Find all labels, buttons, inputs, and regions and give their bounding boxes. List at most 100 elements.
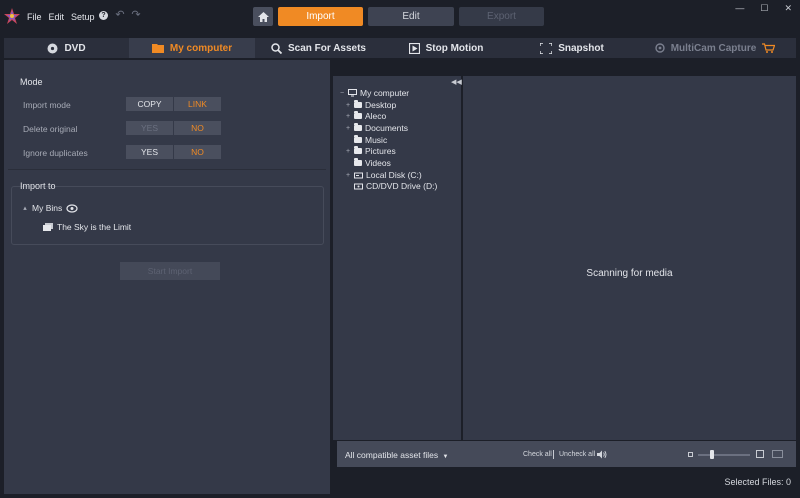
minimize-icon[interactable]: —: [735, 3, 744, 14]
tree-item-documents[interactable]: + Documents: [345, 123, 408, 133]
expand-icon[interactable]: +: [345, 102, 351, 109]
import-options-panel: Mode Import mode COPY LINK Delete origin…: [4, 60, 330, 494]
ignore-duplicates-no-button[interactable]: NO: [174, 145, 221, 159]
collapse-icon[interactable]: −: [339, 90, 345, 97]
tree-item-videos[interactable]: Videos: [345, 158, 391, 168]
tab-my-computer[interactable]: My computer: [129, 38, 255, 58]
zoom-out-icon[interactable]: [688, 452, 693, 457]
file-type-dropdown[interactable]: All compatible asset files ▼: [345, 450, 448, 460]
slider-handle[interactable]: [710, 450, 714, 459]
tree-root-label: My computer: [360, 88, 410, 98]
tab-multicam-capture[interactable]: MultiCam Capture: [634, 38, 796, 58]
import-mode-copy-button[interactable]: COPY: [126, 97, 173, 111]
expand-icon[interactable]: +: [345, 148, 351, 155]
chevron-down-icon: ▼: [442, 454, 449, 460]
optical-drive-icon: [354, 183, 363, 190]
selected-files-count: Selected Files: 0: [724, 477, 791, 487]
tree-item-label: CD/DVD Drive (D:): [366, 181, 438, 191]
export-mode-button[interactable]: Export: [459, 7, 544, 26]
tab-snapshot-label: Snapshot: [558, 42, 604, 54]
menu-edit[interactable]: Edit: [49, 12, 65, 22]
expand-icon[interactable]: +: [345, 113, 351, 120]
edit-mode-button[interactable]: Edit: [368, 7, 454, 26]
tree-item-label: Pictures: [365, 146, 396, 156]
tree-item-aleco[interactable]: + Aleco: [345, 111, 386, 121]
expand-arrow-icon[interactable]: ▴: [22, 204, 28, 212]
tree-item-cd-dvd-drive[interactable]: CD/DVD Drive (D:): [345, 181, 437, 191]
my-bins-row[interactable]: ▴ My Bins: [22, 203, 78, 213]
tree-item-local-disk[interactable]: + Local Disk (C:): [345, 170, 422, 180]
bins-library-icon: [66, 203, 78, 213]
home-icon: [257, 11, 269, 22]
media-browser-panel: [463, 76, 796, 440]
cart-icon[interactable]: [762, 43, 776, 53]
import-mode-button[interactable]: Import: [278, 7, 363, 26]
project-label: The Sky is the Limit: [57, 222, 132, 232]
menu-bar: File Edit Setup: [27, 12, 95, 22]
ignore-duplicates-yes-button[interactable]: YES: [126, 145, 173, 159]
title-bar: File Edit Setup ? ↶ ↷ Import Edit Export…: [0, 0, 800, 36]
help-icon[interactable]: ?: [99, 11, 108, 20]
tab-scan-label: Scan For Assets: [288, 42, 366, 54]
folder-icon: [354, 135, 362, 143]
collapse-panel-icon[interactable]: ◀◀: [451, 78, 462, 86]
file-type-dropdown-label: All compatible asset files: [345, 450, 439, 460]
redo-icon[interactable]: ↷: [130, 9, 142, 21]
undo-icon[interactable]: ↶: [114, 9, 126, 21]
home-button[interactable]: [253, 7, 273, 26]
preview-window-icon[interactable]: [772, 450, 783, 458]
tree-item-desktop[interactable]: + Desktop: [345, 100, 396, 110]
uncheck-all-link[interactable]: Uncheck all: [559, 451, 595, 458]
link-divider: [553, 450, 554, 459]
tab-stop-motion[interactable]: Stop Motion: [382, 38, 510, 58]
import-mode-link-button[interactable]: LINK: [174, 97, 221, 111]
tree-item-label: Aleco: [365, 111, 387, 121]
tab-dvd[interactable]: DVD: [4, 38, 129, 58]
stop-motion-icon: [408, 42, 420, 54]
tab-my-computer-label: My computer: [169, 42, 233, 54]
expand-icon[interactable]: +: [345, 172, 351, 179]
tab-scan-for-assets[interactable]: Scan For Assets: [255, 38, 382, 58]
speaker-icon[interactable]: [597, 450, 607, 459]
tree-item-label: Desktop: [365, 100, 397, 110]
project-icon: [43, 223, 53, 231]
thumbnail-size-slider[interactable]: [698, 454, 750, 456]
ignore-duplicates-label: Ignore duplicates: [23, 148, 88, 158]
section-divider: [8, 169, 326, 170]
disc-icon: [47, 43, 58, 53]
tab-snapshot[interactable]: Snapshot: [510, 38, 634, 58]
tree-item-pictures[interactable]: + Pictures: [345, 146, 396, 156]
delete-original-yes-button[interactable]: YES: [126, 121, 173, 135]
computer-icon: [348, 89, 357, 97]
close-icon[interactable]: ✕: [784, 3, 792, 14]
multicam-icon: [655, 43, 665, 53]
menu-file[interactable]: File: [27, 12, 42, 22]
capture-tab-bar: DVD My computer Scan For Assets Stop Mot…: [4, 38, 796, 58]
snapshot-icon: [540, 42, 553, 54]
folder-icon: [354, 146, 362, 154]
project-bin-row[interactable]: The Sky is the Limit: [43, 222, 131, 232]
import-to-box: [11, 186, 324, 245]
tree-item-label: Music: [365, 135, 388, 145]
tree-item-label: Videos: [365, 158, 391, 168]
folder-icon: [151, 44, 164, 53]
tree-item-label: Documents: [365, 123, 408, 133]
delete-original-label: Delete original: [23, 124, 78, 134]
zoom-in-icon[interactable]: [756, 450, 764, 458]
import-mode-toggle: COPY LINK: [126, 97, 221, 111]
maximize-icon[interactable]: ☐: [760, 3, 768, 14]
tree-item-music[interactable]: Music: [345, 135, 387, 145]
tab-dvd-label: DVD: [64, 42, 86, 54]
folder-icon: [354, 123, 362, 131]
search-icon: [271, 42, 282, 54]
check-all-link[interactable]: Check all: [523, 451, 552, 458]
menu-setup[interactable]: Setup: [71, 12, 95, 22]
import-to-title: Import to: [20, 181, 56, 191]
expand-icon[interactable]: +: [345, 125, 351, 132]
delete-original-no-button[interactable]: NO: [174, 121, 221, 135]
tree-item-my-computer[interactable]: − My computer: [339, 88, 409, 98]
start-import-button[interactable]: Start Import: [120, 262, 220, 280]
ignore-duplicates-toggle: YES NO: [126, 145, 221, 159]
folder-icon: [354, 158, 362, 166]
folder-icon: [354, 111, 362, 119]
